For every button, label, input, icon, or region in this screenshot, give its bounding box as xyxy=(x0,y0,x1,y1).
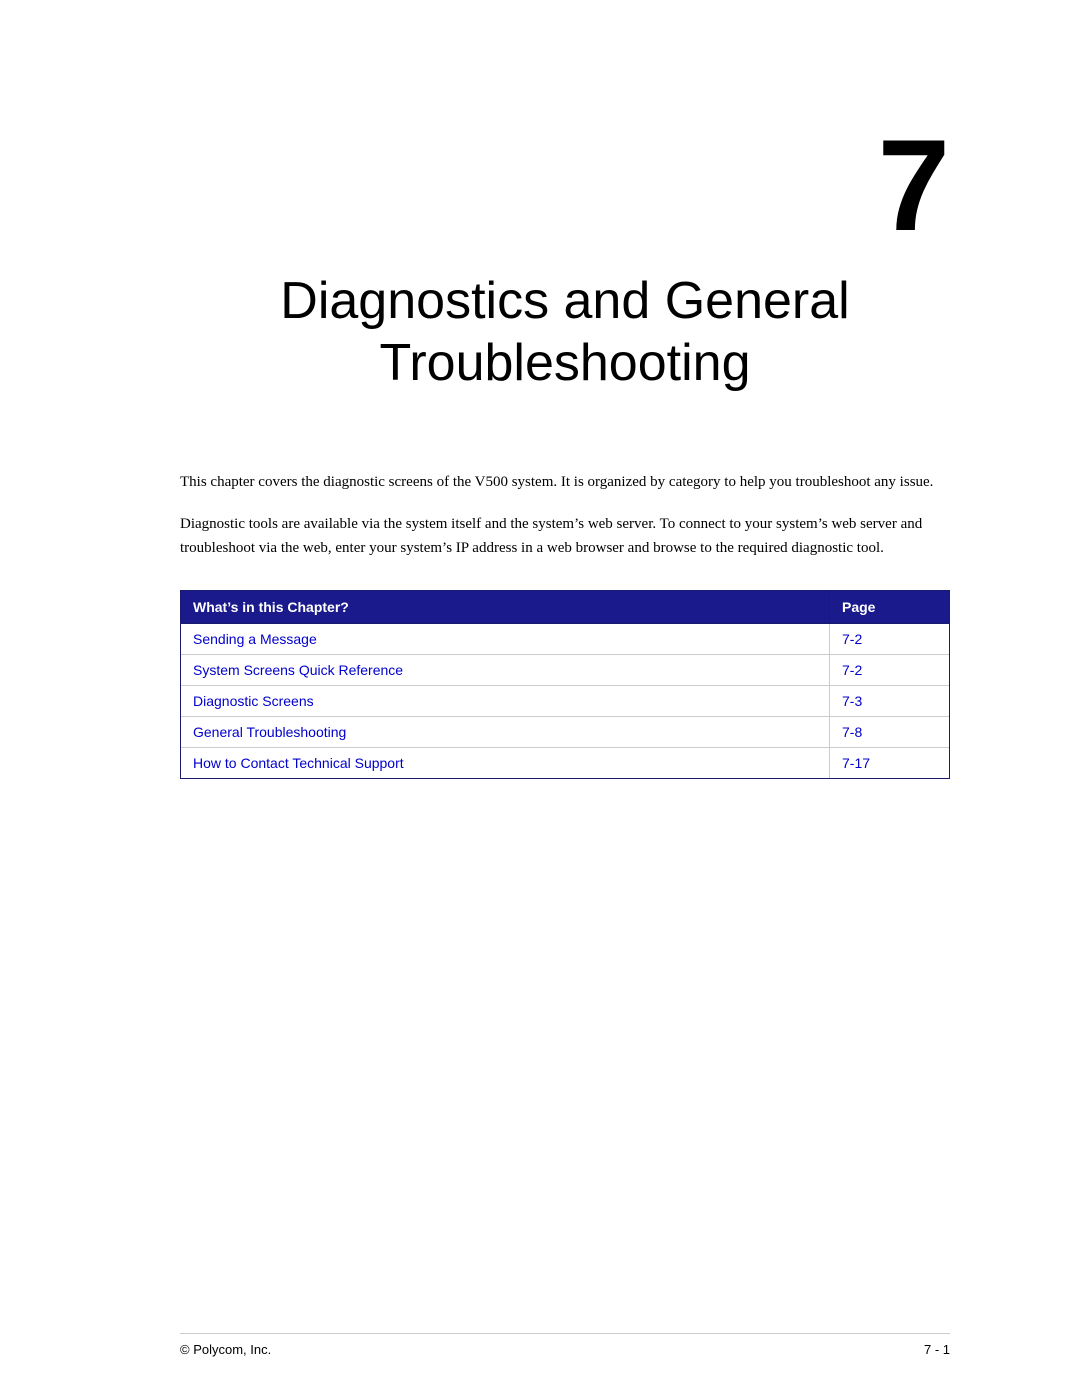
table-row: Sending a Message 7-2 xyxy=(181,624,950,655)
table-row: Diagnostic Screens 7-3 xyxy=(181,686,950,717)
toc-page-link[interactable]: 7-2 xyxy=(842,631,862,647)
toc-page-link[interactable]: 7-3 xyxy=(842,693,862,709)
table-row: How to Contact Technical Support 7-17 xyxy=(181,748,950,779)
toc-topic-link[interactable]: Sending a Message xyxy=(193,631,317,647)
toc-header-row: What’s in this Chapter? Page xyxy=(181,591,950,624)
chapter-title-line1: Diagnostics and General xyxy=(280,272,849,330)
footer-page-number: 7 - 1 xyxy=(924,1342,950,1357)
toc-table: What’s in this Chapter? Page Sending a M… xyxy=(180,590,950,779)
intro-paragraph-2: Diagnostic tools are available via the s… xyxy=(180,512,950,560)
toc-topic-link[interactable]: System Screens Quick Reference xyxy=(193,662,403,678)
content-area: This chapter covers the diagnostic scree… xyxy=(180,470,950,779)
toc-body: Sending a Message7-2System Screens Quick… xyxy=(181,624,950,779)
toc-page-link[interactable]: 7-8 xyxy=(842,724,862,740)
toc-header-page: Page xyxy=(830,591,950,624)
toc-topic-link[interactable]: General Troubleshooting xyxy=(193,724,346,740)
toc-topic-link[interactable]: Diagnostic Screens xyxy=(193,693,314,709)
page-footer: © Polycom, Inc. 7 - 1 xyxy=(180,1333,950,1357)
table-row: System Screens Quick Reference 7-2 xyxy=(181,655,950,686)
chapter-title-line2: Troubleshooting xyxy=(380,334,751,392)
chapter-title: Diagnostics and General Troubleshooting xyxy=(180,270,950,395)
toc-topic-link[interactable]: How to Contact Technical Support xyxy=(193,755,404,771)
chapter-number: 7 xyxy=(878,120,950,250)
table-row: General Troubleshooting 7-8 xyxy=(181,717,950,748)
page-container: 7 Diagnostics and General Troubleshootin… xyxy=(0,0,1080,1397)
footer-copyright: © Polycom, Inc. xyxy=(180,1342,271,1357)
toc-page-link[interactable]: 7-2 xyxy=(842,662,862,678)
toc-header-topic: What’s in this Chapter? xyxy=(181,591,830,624)
toc-page-link[interactable]: 7-17 xyxy=(842,755,870,771)
intro-paragraph-1: This chapter covers the diagnostic scree… xyxy=(180,470,950,494)
